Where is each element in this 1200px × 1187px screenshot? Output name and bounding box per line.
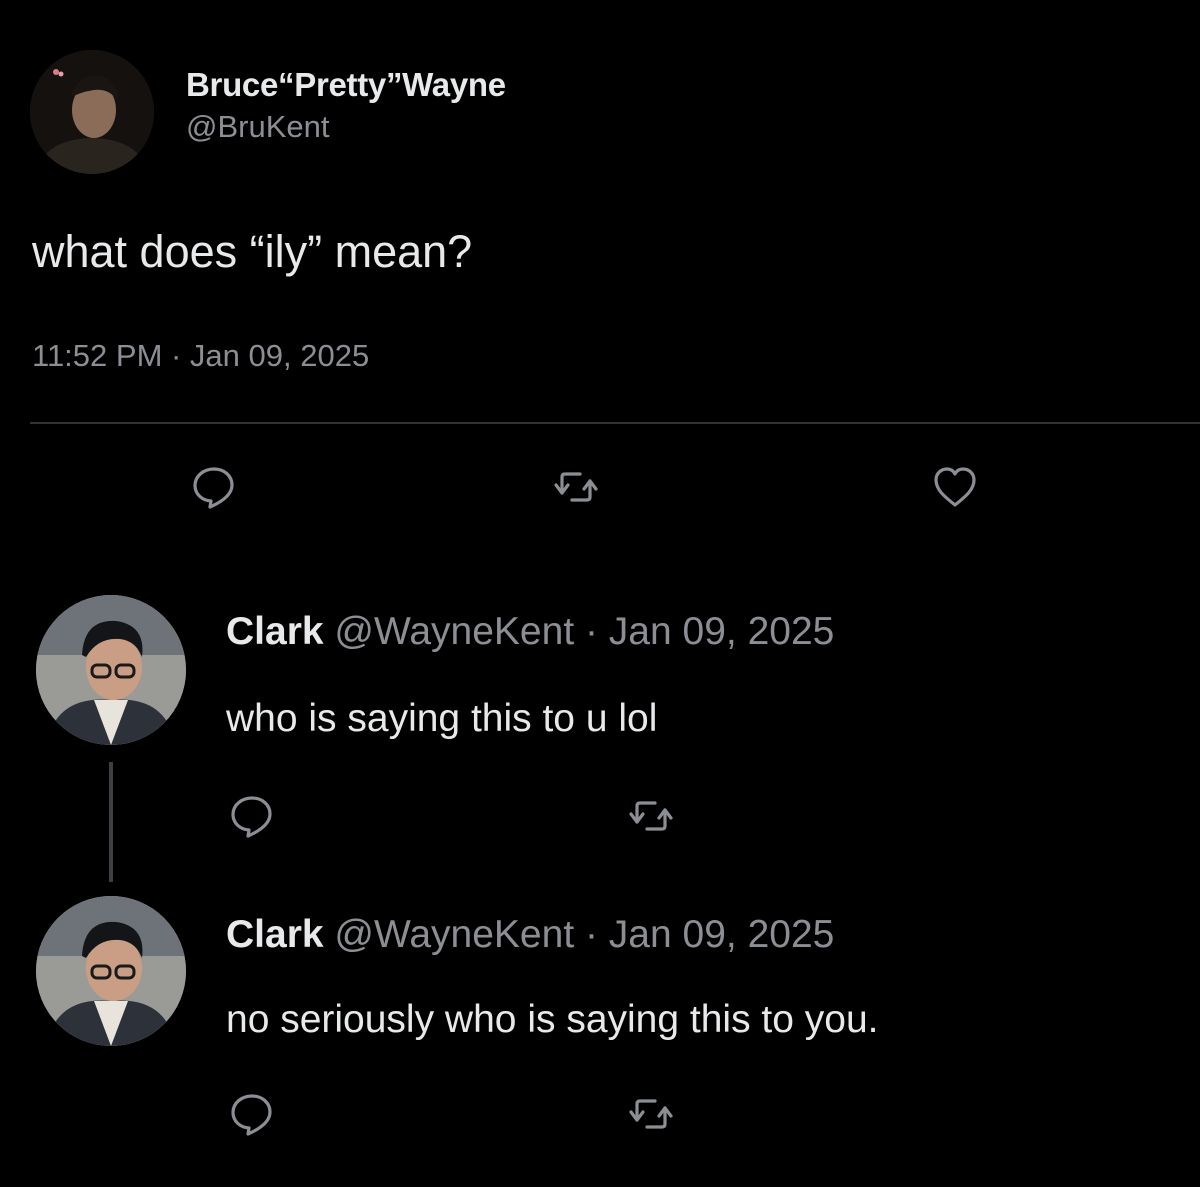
reply-icon[interactable] [190,463,238,511]
reply-meta[interactable]: @WayneKent · Jan 09, 2025 [324,913,834,956]
author-handle[interactable]: @BruKent [186,105,506,149]
retweet-arrows-icon [629,1099,673,1129]
reply-header: Clark @WayneKent · Jan 09, 2025 [226,606,834,658]
tweet-header: Bruce“Pretty”Wayne @BruKent [30,50,506,174]
reply-text: who is saying this to u lol [226,697,658,740]
reply-retweet-icon[interactable] [627,1090,675,1138]
author-avatar-image [30,50,154,174]
author-avatar[interactable] [30,50,154,174]
reply-meta[interactable]: @WayneKent · Jan 09, 2025 [324,610,834,653]
retweet-icon[interactable] [552,463,600,511]
author-display-name[interactable]: Bruce“Pretty”Wayne [186,65,506,105]
reply-author-name[interactable]: Clark [226,913,324,956]
reply-reply-icon[interactable] [228,792,276,840]
reply-text: no seriously who is saying this to you. [226,998,879,1041]
reply-avatar-image [36,896,186,1046]
reply-author-name[interactable]: Clark [226,610,324,653]
heart-outline-icon [934,467,976,507]
like-icon[interactable] [931,463,979,511]
speech-bubble-icon [193,467,234,509]
speech-bubble-icon [231,1094,272,1136]
tweet-text: what does “ily” mean? [32,226,473,277]
divider [30,422,1200,424]
retweet-arrows-icon [554,472,598,502]
reply-avatar-image [36,595,186,745]
reply-avatar[interactable] [36,595,186,745]
reply-avatar[interactable] [36,896,186,1046]
tweet-timestamp[interactable]: 11:52 PM · Jan 09, 2025 [32,334,369,378]
reply-header: Clark @WayneKent · Jan 09, 2025 [226,909,834,961]
thread-line [109,762,113,882]
author-meta: Bruce“Pretty”Wayne @BruKent [186,65,506,149]
reply-retweet-icon[interactable] [627,792,675,840]
speech-bubble-icon [231,796,272,838]
reply-reply-icon[interactable] [228,1090,276,1138]
retweet-arrows-icon [629,801,673,831]
